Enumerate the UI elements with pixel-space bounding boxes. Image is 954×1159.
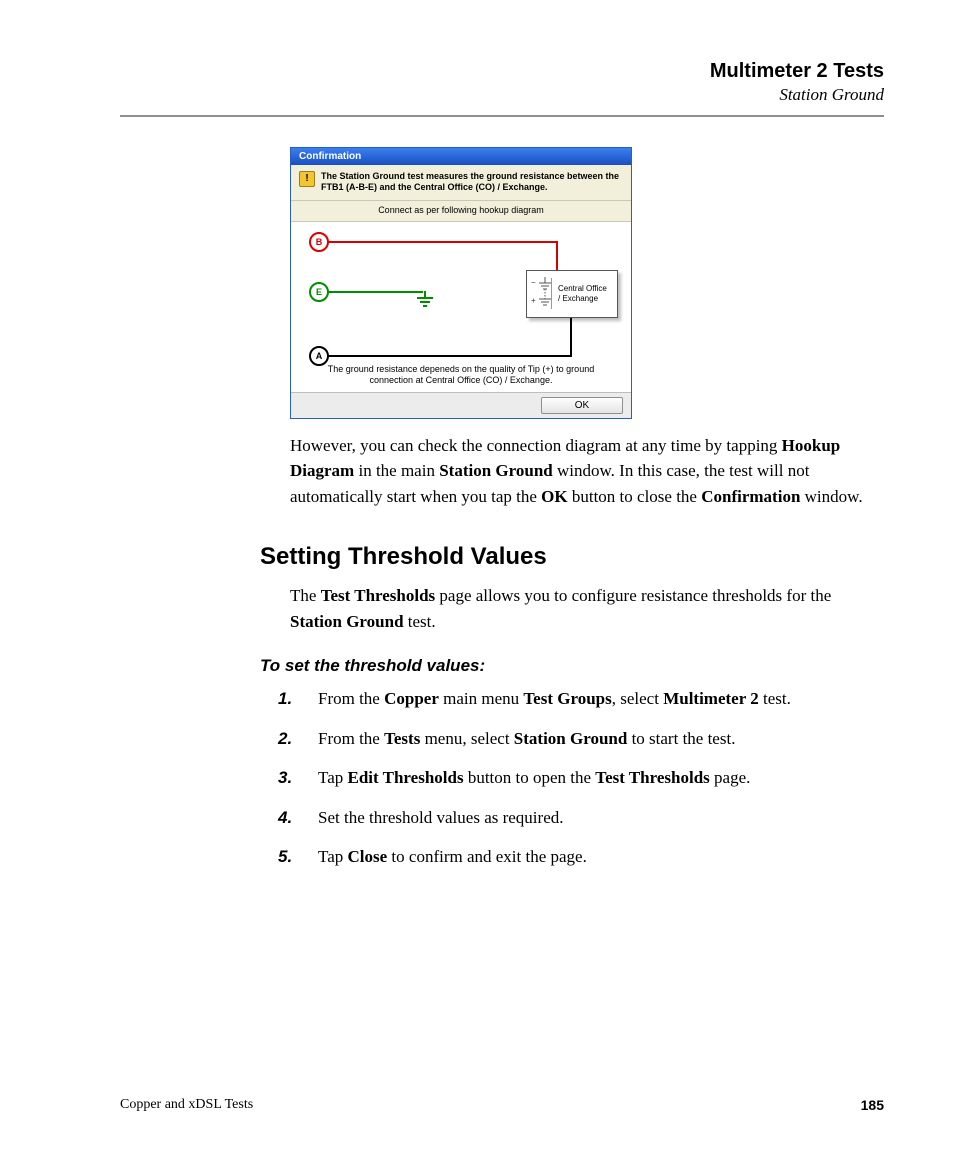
co-ground-icon: − +	[527, 271, 551, 317]
wire-a	[328, 355, 572, 357]
warning-icon: !	[299, 171, 315, 187]
ok-button[interactable]: OK	[541, 397, 623, 414]
procedure-heading: To set the threshold values:	[260, 656, 884, 676]
header-rule	[120, 115, 884, 117]
paragraph-2: The Test Thresholds page allows you to c…	[290, 583, 884, 634]
paragraph-1: However, you can check the connection di…	[290, 433, 884, 510]
hookup-diagram-figure: Confirmation ! The Station Ground test m…	[290, 147, 884, 419]
step-1: From the Copper main menu Test Groups, s…	[290, 686, 884, 712]
dialog-message: The Station Ground test measures the gro…	[321, 171, 619, 192]
wire-e	[328, 291, 423, 293]
node-b: B	[309, 232, 329, 252]
page-number: 185	[861, 1097, 884, 1113]
footer-left: Copper and xDSL Tests	[120, 1097, 253, 1113]
step-5: Tap Close to confirm and exit the page.	[290, 844, 884, 870]
section-subtitle: Station Ground	[120, 85, 884, 105]
central-office-box: − + Central Office / Exchange	[526, 270, 618, 318]
step-3: Tap Edit Thresholds button to open the T…	[290, 765, 884, 791]
step-2: From the Tests menu, select Station Grou…	[290, 726, 884, 752]
dialog-title: Confirmation	[291, 148, 631, 165]
procedure-steps: From the Copper main menu Test Groups, s…	[120, 686, 884, 870]
page-footer: Copper and xDSL Tests 185	[120, 1097, 884, 1113]
dialog-footnote: The ground resistance depeneds on the qu…	[291, 362, 631, 392]
confirmation-dialog: Confirmation ! The Station Ground test m…	[290, 147, 632, 419]
node-e: E	[309, 282, 329, 302]
wire-b-drop	[556, 241, 558, 272]
co-label: Central Office / Exchange	[551, 278, 617, 309]
ground-icon	[417, 291, 437, 313]
dialog-message-row: ! The Station Ground test measures the g…	[291, 165, 631, 201]
svg-text:−: −	[531, 278, 536, 287]
dialog-caption: Connect as per following hookup diagram	[291, 201, 631, 222]
hookup-diagram: B E A	[291, 222, 631, 392]
wire-b	[328, 241, 558, 243]
svg-text:+: +	[531, 296, 536, 305]
dialog-button-row: OK	[291, 392, 631, 418]
wire-a-up	[570, 315, 572, 355]
chapter-title: Multimeter 2 Tests	[120, 60, 884, 83]
step-4: Set the threshold values as required.	[290, 805, 884, 831]
heading-setting-threshold: Setting Threshold Values	[260, 543, 884, 571]
